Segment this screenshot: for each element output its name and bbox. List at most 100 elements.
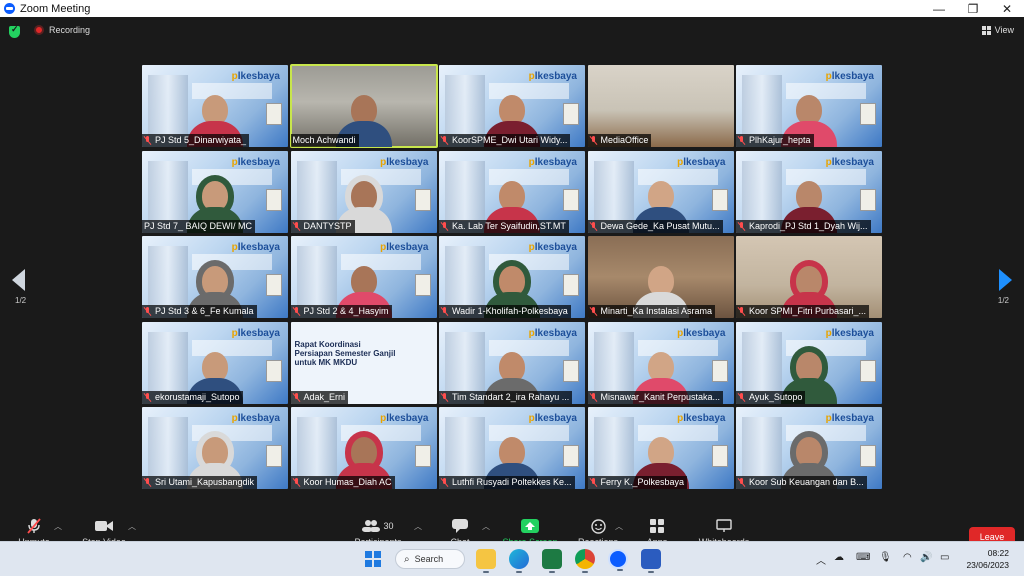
participant-tile[interactable]: plkesbaya Ferry K._Polkesbaya — [587, 407, 734, 489]
participant-name: Ferry K._Polkesbaya — [600, 477, 685, 487]
file-explorer-icon[interactable] — [476, 549, 496, 573]
mic-muted-icon — [144, 307, 152, 316]
taskbar-search[interactable]: ⌕ Search — [395, 549, 465, 569]
reactions-caret-icon[interactable]: ︿ — [615, 521, 623, 532]
chat-caret-icon[interactable]: ︿ — [482, 521, 490, 532]
mic-muted-icon — [738, 221, 746, 231]
smiley-icon — [576, 517, 620, 535]
participant-tile[interactable]: plkesbaya Ayuk_Sutopo — [736, 321, 882, 404]
participant-tile[interactable]: Minarti_Ka Instalasi Asrama — [587, 236, 734, 318]
participants-caret-icon[interactable]: ︿ — [414, 521, 422, 532]
word-icon[interactable] — [641, 549, 661, 573]
page-indicator-left: 1/2 — [15, 296, 27, 305]
poster-brand: plkesbaya — [677, 327, 726, 339]
meeting-window: Recording View 1/2 1/2 plkesbaya PJ Std 5… — [0, 17, 1024, 558]
building-image — [445, 417, 485, 477]
participant-tile[interactable]: plkesbaya Koor Humas_Diah AC — [290, 407, 437, 489]
microphone-icon[interactable]: 🎙 — [879, 552, 892, 563]
minimize-button[interactable]: — — [922, 0, 956, 17]
building-image — [296, 160, 337, 221]
participant-tile[interactable]: plkesbaya ekorustamaji_Sutopo — [142, 321, 288, 404]
poster-portrait — [860, 188, 876, 211]
windows-start-icon[interactable] — [365, 551, 381, 567]
onedrive-icon[interactable]: ☁ — [834, 552, 844, 563]
tray-chevron-icon[interactable]: ︿ — [816, 552, 826, 567]
taskbar-search-label: Search — [414, 554, 444, 564]
participant-tile[interactable]: plkesbaya Ka. Lab Ter Syaifudin,ST.MT — [439, 150, 585, 233]
video-options-caret-icon[interactable]: ︿ — [128, 521, 136, 532]
participant-tile[interactable]: Moch Achwandi — [289, 64, 438, 148]
participant-name: Koor SPMI_Fitri Purbasari_... — [749, 306, 867, 316]
magnifier-icon: ⌕ — [404, 553, 410, 565]
building-image — [593, 417, 634, 477]
chrome-icon[interactable] — [575, 549, 595, 573]
audio-options-caret-icon[interactable]: ︿ — [54, 521, 62, 532]
poster-brand: plkesbaya — [231, 156, 280, 168]
participant-name-label: PJ Std 3 & 6_Fe Kumala — [142, 305, 257, 318]
participant-tile[interactable]: plkesbaya PlhKajur_hepta — [736, 65, 882, 147]
building-image — [148, 417, 188, 477]
participant-tile[interactable]: plkesbaya Tim Standart 2_ira Rahayu ... — [439, 321, 585, 404]
participant-name: Kaprodi_PJ Std 1_Dyah Wij... — [749, 220, 868, 231]
participant-tile[interactable]: plkesbaya Wadir 1-Kholifah-Polkesbaya — [439, 236, 585, 318]
taskbar-clock[interactable]: 08:22 23/06/2023 — [966, 547, 1009, 571]
poster-portrait — [563, 103, 579, 125]
participant-name: PJ Std 5_Dinarwiyata_ — [155, 135, 247, 145]
participant-tile[interactable]: plkesbaya KoorSPME_Dwi Utari Widy... — [439, 65, 585, 147]
mic-muted-icon — [293, 392, 301, 402]
poster-brand: plkesbaya — [677, 156, 726, 168]
building-image — [148, 75, 188, 135]
edge-browser-icon[interactable] — [509, 549, 529, 573]
next-page-arrow-icon[interactable] — [998, 269, 1012, 291]
participant-name-label: Moch Achwandi — [290, 134, 359, 147]
participant-name: PJ Std 3 & 6_Fe Kumala — [155, 306, 254, 316]
participant-tile[interactable]: plkesbaya Koor Sub Keuangan dan B... — [736, 407, 882, 489]
mic-muted-icon — [293, 221, 301, 231]
recording-indicator[interactable]: Recording — [34, 25, 90, 35]
wifi-icon[interactable]: ◠ — [903, 552, 912, 563]
participant-name: Koor Sub Keuangan dan B... — [749, 477, 864, 487]
close-button[interactable]: ✕ — [990, 0, 1024, 17]
previous-page-arrow-icon[interactable] — [12, 269, 26, 291]
security-shield-icon[interactable] — [9, 24, 20, 38]
mic-muted-icon — [738, 307, 746, 316]
maximize-button[interactable]: ❐ — [956, 0, 990, 17]
poster-brand: plkesbaya — [528, 413, 577, 424]
view-button[interactable]: View — [981, 25, 1014, 35]
participant-name: PJ Std 2 & 4_Hasyim — [303, 306, 389, 316]
participant-name-label: Koor SPMI_Fitri Purbasari_... — [736, 305, 870, 318]
participant-tile[interactable]: Koor SPMI_Fitri Purbasari_... — [736, 236, 882, 318]
participant-name-label: Minarti_Ka Instalasi Asrama — [587, 305, 716, 318]
keyboard-icon[interactable]: ⌨ — [856, 552, 870, 563]
participant-tile[interactable]: plkesbaya Sri Utami_Kapusbangdik — [142, 407, 288, 489]
participant-tile[interactable]: plkesbaya Kaprodi_PJ Std 1_Dyah Wij... — [736, 150, 882, 233]
participant-name-label: DANTYSTP — [290, 219, 355, 233]
battery-icon[interactable]: ▭ — [940, 552, 949, 563]
participant-tile[interactable]: plkesbaya PJ Std 7_ BAIQ DEWI/ MC — [142, 150, 288, 233]
participant-name-label: PJ Std 5_Dinarwiyata_ — [142, 134, 250, 147]
participant-tile[interactable]: plkesbaya DANTYSTP — [290, 150, 437, 233]
participant-name: ekorustamaji_Sutopo — [155, 391, 240, 402]
participant-tile[interactable]: plkesbaya Dewa Gede_Ka Pusat Mutu... — [587, 150, 734, 233]
participant-name-label: PlhKajur_hepta — [736, 134, 814, 147]
participant-tile[interactable]: plkesbaya Luthfi Rusyadi Poltekkes Ke... — [439, 407, 585, 489]
poster-brand: plkesbaya — [825, 71, 874, 82]
participant-name: Misnawar_Kanit Perpustaka... — [600, 391, 721, 402]
participant-tile[interactable]: plkesbaya PJ Std 5_Dinarwiyata_ — [142, 65, 288, 147]
volume-icon[interactable]: 🔊 — [920, 552, 932, 563]
zoom-taskbar-icon[interactable] — [608, 549, 628, 571]
participant-name: DANTYSTP — [303, 220, 352, 231]
participant-tile[interactable]: Rapat Koordinasi Persiapan Semester Ganji… — [290, 321, 437, 404]
excel-icon[interactable] — [542, 549, 562, 573]
video-camera-icon — [80, 517, 128, 535]
participant-tile[interactable]: plkesbaya PJ Std 3 & 6_Fe Kumala — [142, 236, 288, 318]
participant-tile[interactable]: plkesbaya Misnawar_Kanit Perpustaka... — [587, 321, 734, 404]
poster-portrait — [414, 188, 431, 211]
mic-muted-icon — [738, 136, 746, 145]
participants-count: 30 — [383, 521, 394, 531]
building-image — [742, 331, 782, 392]
slide-title: Rapat Koordinasi Persiapan Semester Ganji… — [294, 339, 396, 367]
participant-tile[interactable]: MediaOffice — [587, 65, 734, 147]
mic-muted-icon — [590, 392, 598, 402]
participant-tile[interactable]: plkesbaya PJ Std 2 & 4_Hasyim — [290, 236, 437, 318]
